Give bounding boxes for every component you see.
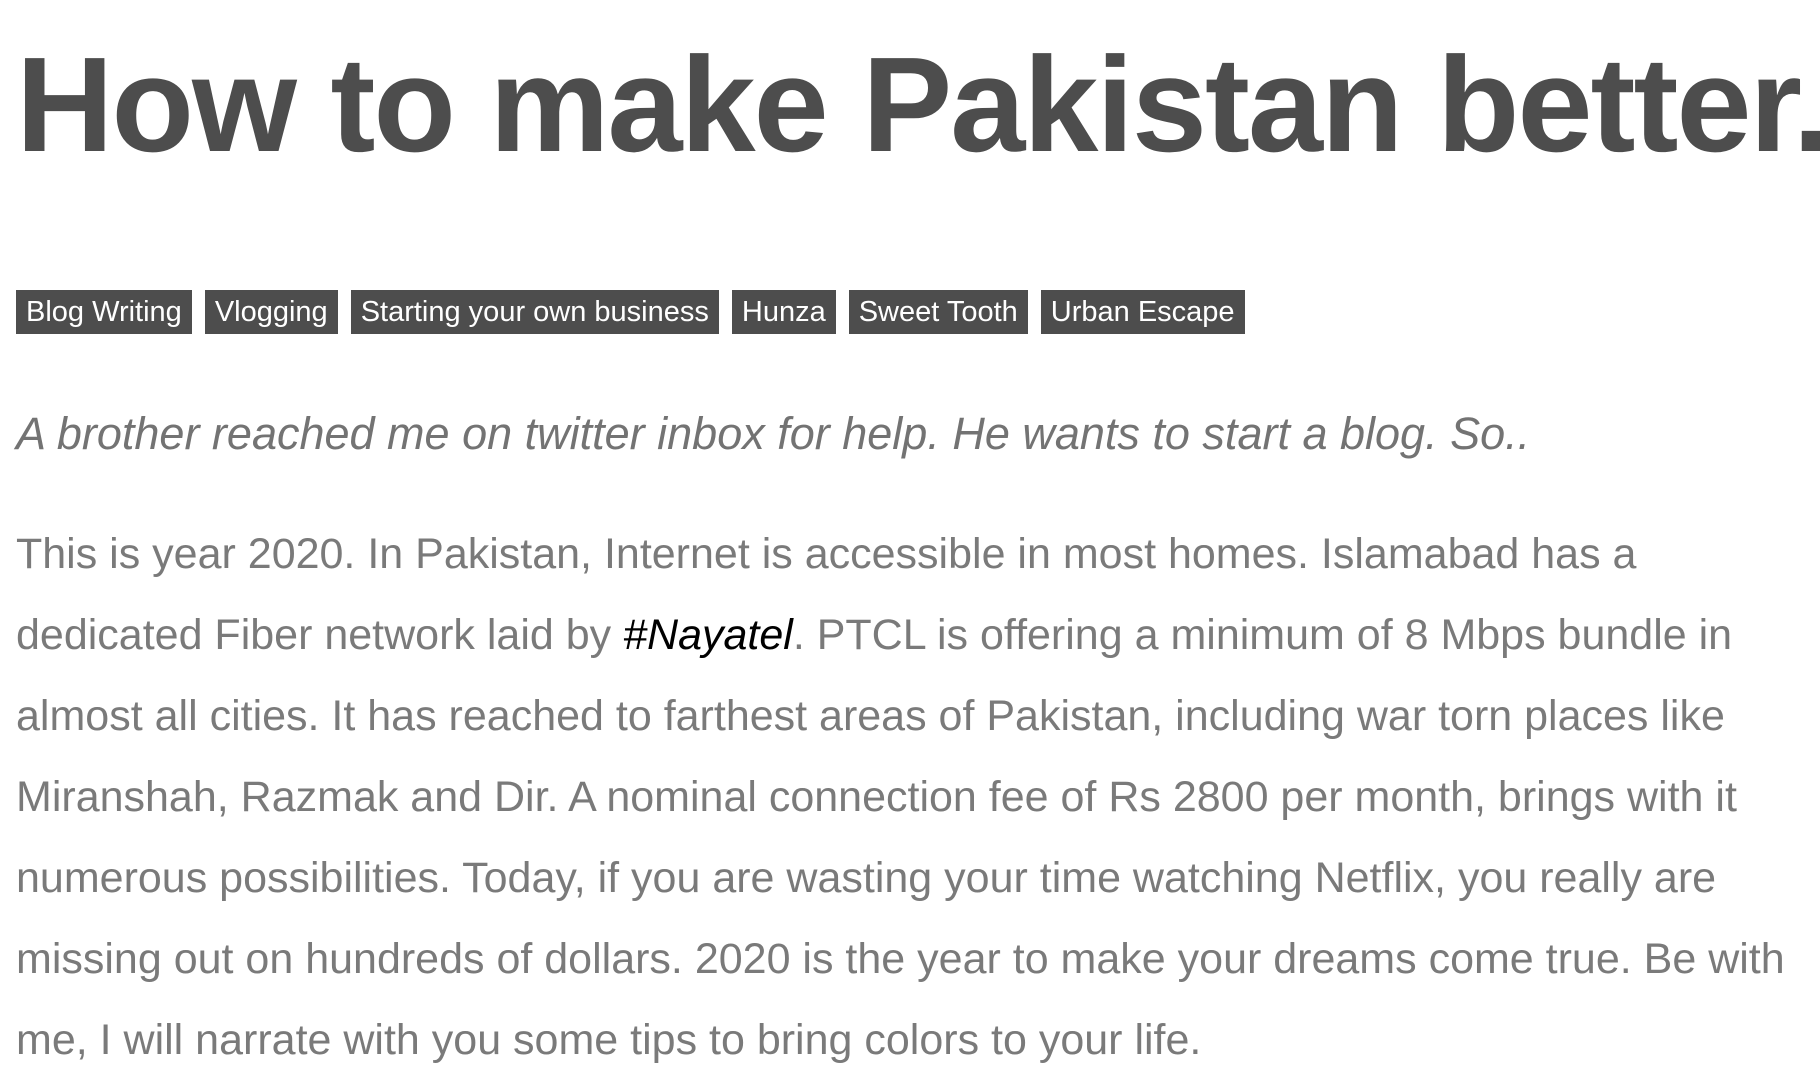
article-body: This is year 2020. In Pakistan, Internet… [16,514,1806,1081]
nayatel-hashtag-link[interactable]: #Nayatel [623,611,793,659]
article-excerpt: A brother reached me on twitter inbox fo… [16,408,1531,459]
tag-hunza[interactable]: Hunza [731,290,836,334]
tag-sweet-tooth[interactable]: Sweet Tooth [848,290,1028,334]
tag-list: Blog Writing Vlogging Starting your own … [16,290,1804,334]
tag-blog-writing[interactable]: Blog Writing [16,290,192,334]
tag-urban-escape[interactable]: Urban Escape [1040,290,1245,334]
tag-vlogging[interactable]: Vlogging [204,290,338,334]
article-page: How to make Pakistan better. Blog Writin… [0,0,1820,1070]
tag-starting-your-own-business[interactable]: Starting your own business [350,290,719,334]
body-text-part-2: . PTCL is offering a minimum of 8 Mbps b… [16,611,1785,1064]
page-title: How to make Pakistan better. [16,29,1820,180]
